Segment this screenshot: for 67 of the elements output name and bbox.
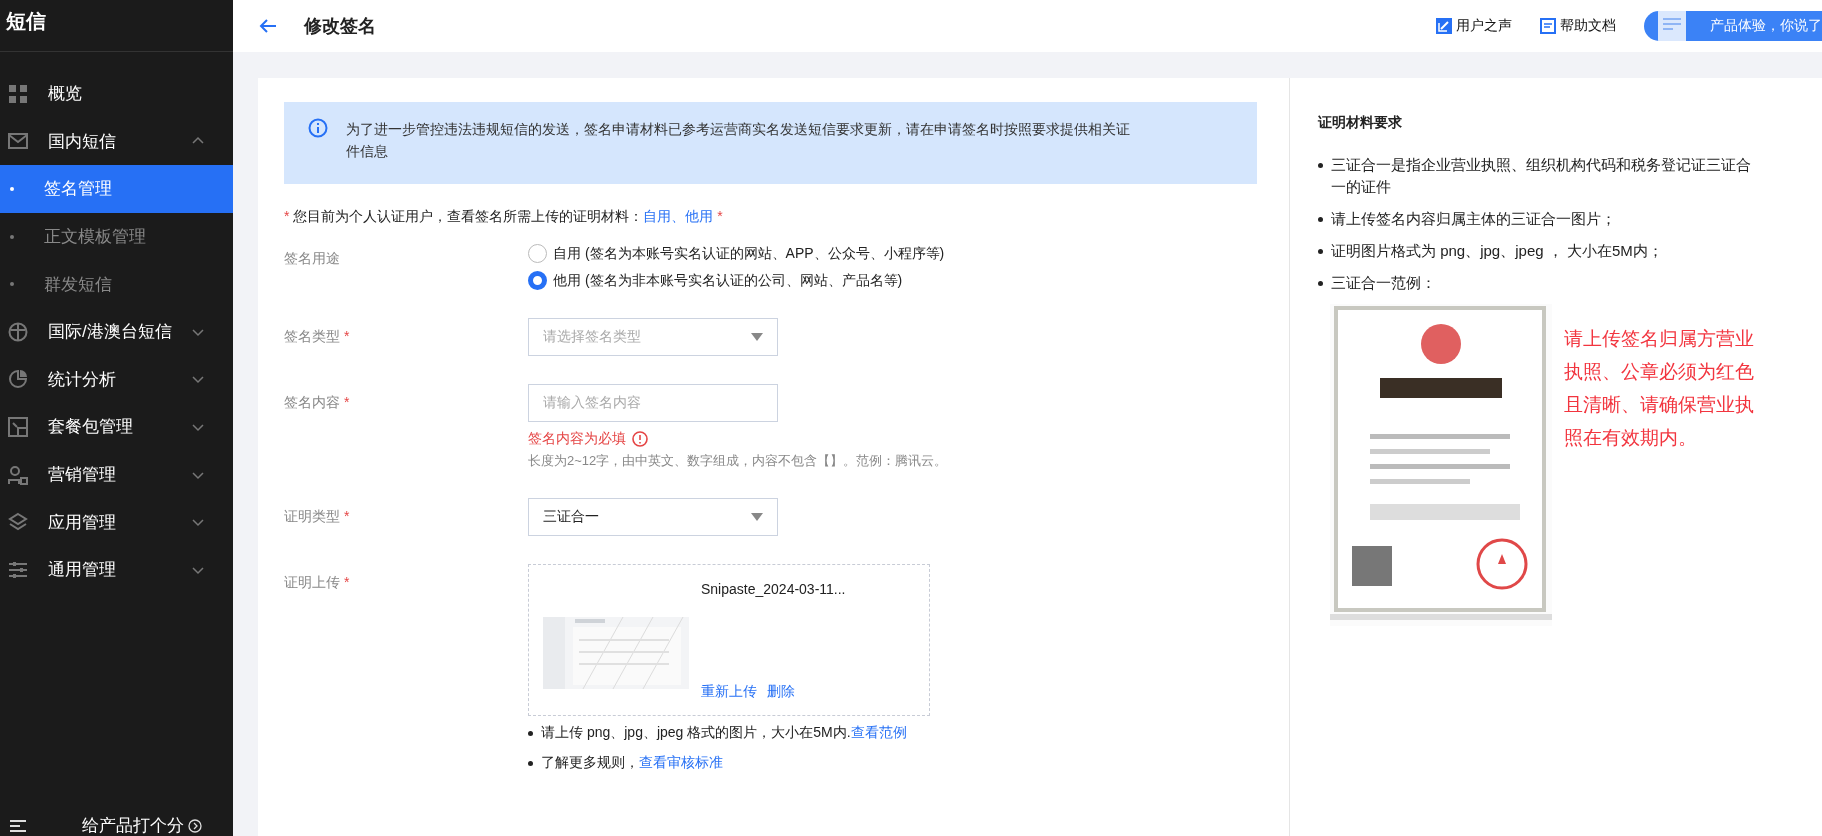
select-field[interactable]: 三证合一 (528, 498, 778, 536)
field-label: 签名用途 (284, 250, 340, 266)
separator: 、 (671, 208, 686, 224)
section-title: 证明材料要求 (1318, 114, 1403, 132)
layers-icon (8, 512, 28, 533)
sidebar-item[interactable]: 套餐包管理 (0, 403, 233, 451)
field-label: 签名类型 (284, 328, 340, 344)
arrow-circle-icon[interactable] (188, 819, 202, 833)
required-mark: * (717, 208, 723, 224)
rate-product-link[interactable]: 给产品打个分 (82, 816, 184, 836)
radio-option[interactable]: 自用 (签名为本账号实名认证的网站、APP、公众号、小程序等) (528, 244, 945, 263)
required-mark: * (284, 208, 290, 224)
required-mark: * (343, 574, 350, 590)
required-mark: * (343, 508, 350, 524)
tip-link[interactable]: 查看审核标准 (639, 754, 723, 772)
feedback-button[interactable]: 产品体验，你说了 (1644, 11, 1822, 41)
sidebar-item[interactable]: 国内短信 (0, 117, 233, 166)
error-message: 签名内容为必填 (528, 430, 626, 448)
dropdown-caret-icon (751, 513, 763, 521)
sidebar-item[interactable]: 统计分析 (0, 355, 233, 404)
radio-button[interactable] (528, 244, 547, 263)
example-caption: 请上传签名归属方营业执照、公章必须为红色且清晰、请确保营业执照在有效期内。 (1564, 327, 1755, 450)
globe-icon (8, 321, 28, 342)
grid-icon (8, 83, 28, 104)
header-link[interactable]: 用户之声 (1436, 17, 1512, 35)
file-name: Snipaste_2024-03-11... (701, 581, 846, 597)
sidebar-item[interactable]: 国际/港澳台短信 (0, 307, 233, 356)
required-mark: * (343, 328, 350, 344)
sidebar-item[interactable]: 正文模板管理 (0, 212, 233, 261)
requirement-text: 请上传签名内容归属主体的三证合一图片； (1331, 209, 1616, 229)
requirement-text: 证明图片格式为 png、jpg、jpeg ， 大小在5M内； (1331, 241, 1663, 261)
sidebar-item[interactable]: 营销管理 (0, 450, 233, 499)
intro-text: 您目前为个人认证用户，查看签名所需上传的证明材料： (293, 208, 644, 224)
tip-text: 了解更多规则， (541, 754, 639, 772)
field-label: 签名内容 (284, 394, 340, 410)
sidebar-item[interactable]: 群发短信 (0, 260, 233, 308)
hint-text: 长度为2~12字，由中英文、数字组成，内容不包含【】。范例：腾讯云。 (528, 452, 948, 470)
field-label: 证明类型 (284, 508, 340, 524)
document-icon (1540, 18, 1556, 34)
person-icon (8, 464, 28, 485)
material-link[interactable]: 他用 (685, 208, 714, 224)
radio-button[interactable] (528, 271, 547, 290)
dropdown-caret-icon (751, 333, 763, 341)
edit-icon (1436, 18, 1452, 34)
package-icon (8, 416, 28, 437)
file-action-link[interactable]: 删除 (767, 683, 795, 701)
sidebar-item[interactable]: 应用管理 (0, 498, 233, 546)
page-title: 修改签名 (304, 15, 377, 38)
radio-option[interactable]: 他用 (签名为非本账号实名认证的公司、网站、产品名等) (528, 271, 945, 290)
menu-icon[interactable] (10, 820, 26, 832)
notice-text: 为了进一步管控违法违规短信的发送，签名申请材料已参考运营商实名发送短信要求更新，请在申请签名时按照要求提供相关证件信息 (346, 120, 1131, 161)
sidebar-item[interactable]: 概览 (0, 70, 233, 118)
material-link[interactable]: 自用 (643, 208, 672, 224)
sliders-icon (8, 559, 28, 580)
sidebar-item[interactable]: 签名管理 (0, 165, 233, 213)
header-link[interactable]: 帮助文档 (1540, 17, 1616, 35)
sidebar-item[interactable]: 通用管理 (0, 545, 233, 594)
field-label: 证明上传 (284, 574, 340, 590)
requirement-text: 三证合一范例： (1331, 273, 1436, 293)
envelope-icon (8, 131, 28, 152)
info-icon (308, 118, 328, 138)
requirement-text: 三证合一是指企业营业执照、组织机构代码和税务登记证三证合一的证件 (1331, 155, 1752, 197)
error-icon (632, 431, 648, 447)
file-action-link[interactable]: 重新上传 (701, 683, 757, 701)
required-mark: * (343, 394, 350, 410)
pie-chart-icon (8, 369, 28, 390)
tip-text: 请上传 png、jpg、jpeg 格式的图片，大小在5M内. (541, 724, 851, 742)
